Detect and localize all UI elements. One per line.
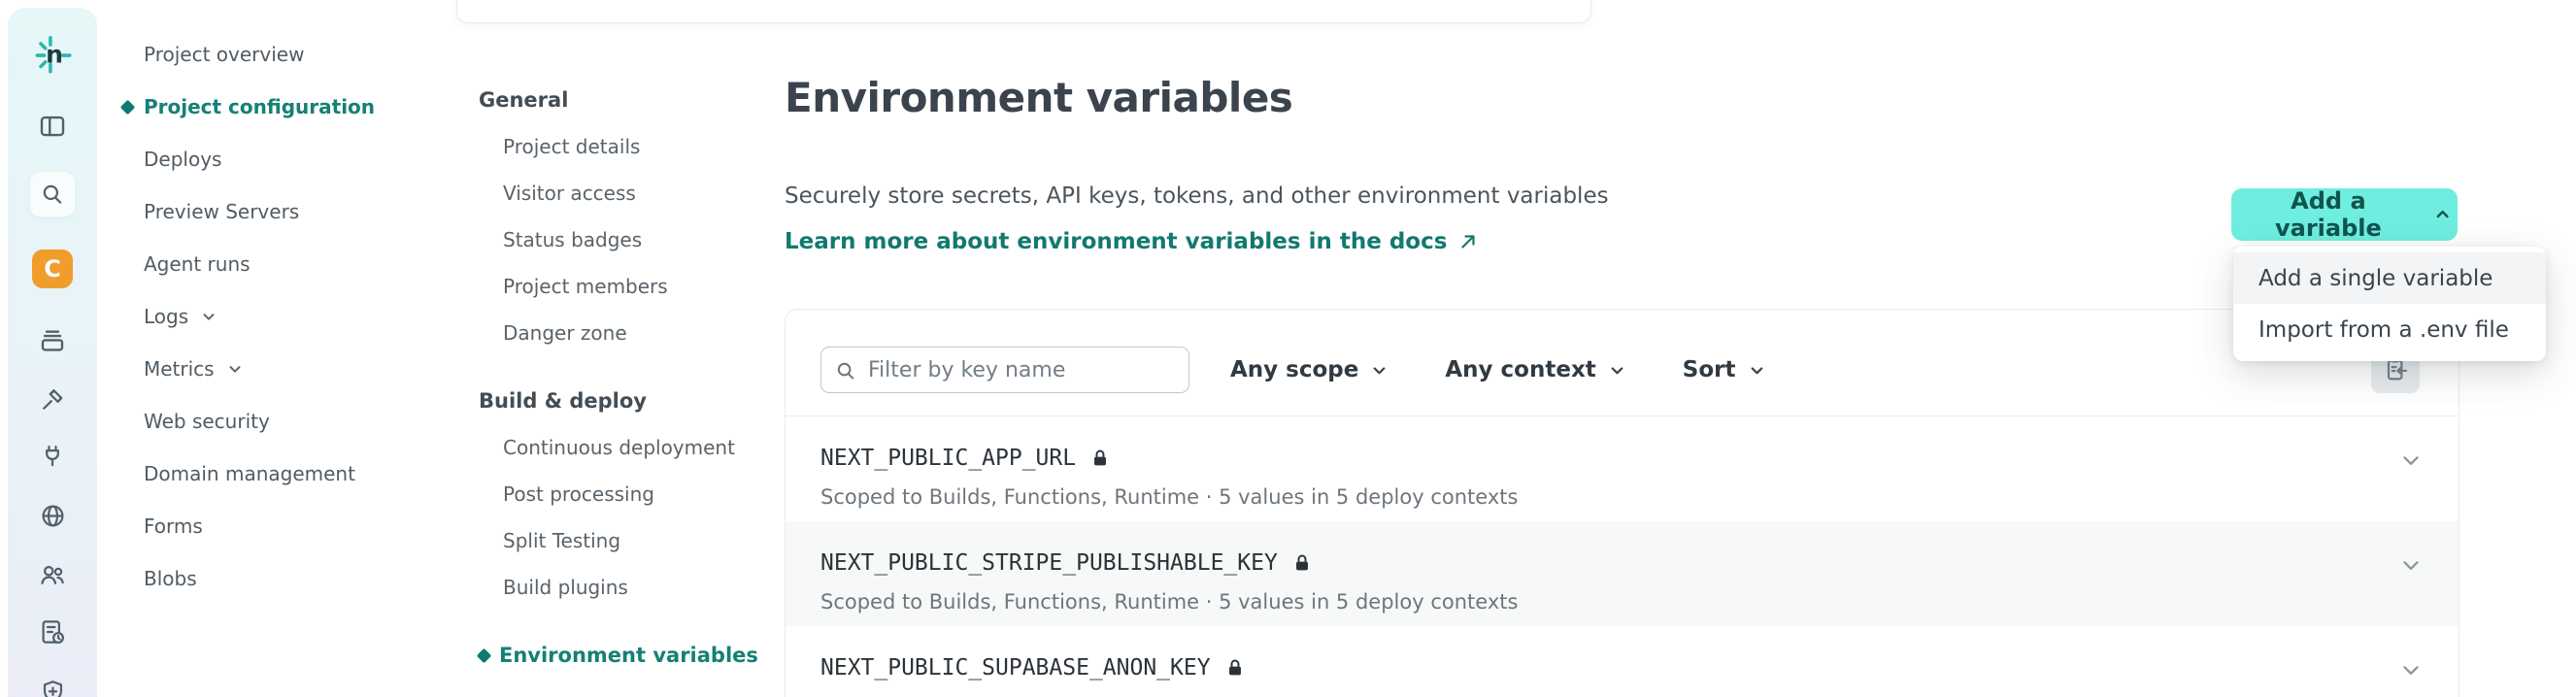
env-var-row: NEXT_PUBLIC_APP_URL Scoped to Builds, Fu…	[786, 416, 2459, 521]
chevron-down-icon	[229, 366, 241, 373]
config-sub-nav: General Project details Visitor access S…	[476, 77, 770, 679]
chevron-down-icon	[203, 314, 215, 320]
env-var-meta: Scoped to Builds, Functions, Runtime · 5…	[820, 590, 1519, 614]
subnav-build-plugins[interactable]: Build plugins	[479, 564, 770, 611]
env-var-row: NEXT_PUBLIC_SUPABASE_ANON_KEY Scoped to …	[786, 626, 2459, 697]
lock-icon	[1295, 554, 1308, 571]
env-var-meta: Scoped to Builds, Functions, Runtime · 5…	[820, 485, 1519, 509]
filter-row: Any scope Any context Sort	[786, 310, 2459, 415]
page-description: Securely store secrets, API keys, tokens…	[785, 183, 1609, 209]
nav-blobs[interactable]: Blobs	[144, 552, 375, 605]
subnav-danger-zone[interactable]: Danger zone	[479, 310, 770, 356]
env-var-row: NEXT_PUBLIC_STRIPE_PUBLISHABLE_KEY Scope…	[786, 521, 2459, 626]
env-vars-card: Any scope Any context Sort	[785, 309, 2459, 697]
forms-doc-clock-icon[interactable]	[30, 610, 75, 654]
nav-preview-servers[interactable]: Preview Servers	[144, 185, 375, 238]
security-shield-plus-icon[interactable]	[30, 669, 75, 697]
menu-item-add-single-variable[interactable]: Add a single variable	[2233, 252, 2546, 304]
add-variable-menu: Add a single variable Import from a .env…	[2233, 247, 2546, 361]
chevron-down-icon	[1611, 366, 1623, 374]
panels-icon[interactable]	[30, 104, 75, 149]
subnav-split-testing[interactable]: Split Testing	[479, 517, 770, 564]
env-var-key: NEXT_PUBLIC_STRIPE_PUBLISHABLE_KEY	[820, 550, 1278, 576]
domains-globe-icon[interactable]	[30, 493, 75, 538]
subnav-continuous-deployment[interactable]: Continuous deployment	[479, 424, 770, 471]
chevron-up-icon	[2436, 210, 2449, 218]
nav-agent-runs[interactable]: Agent runs	[144, 238, 375, 290]
nav-deploys[interactable]: Deploys	[144, 133, 375, 185]
subnav-project-members[interactable]: Project members	[479, 263, 770, 310]
docs-link[interactable]: Learn more about environment variables i…	[785, 229, 1478, 254]
subnav-status-badges[interactable]: Status badges	[479, 216, 770, 263]
nav-forms[interactable]: Forms	[144, 500, 375, 552]
nav-metrics[interactable]: Metrics	[144, 343, 375, 395]
env-var-list: NEXT_PUBLIC_APP_URL Scoped to Builds, Fu…	[786, 415, 2459, 697]
env-var-key: NEXT_PUBLIC_APP_URL	[820, 446, 1077, 471]
lock-icon	[1094, 449, 1107, 466]
section-header-build-deploy: Build & deploy	[479, 389, 647, 413]
deploys-stack-icon[interactable]	[30, 318, 75, 363]
svg-text:n: n	[46, 40, 63, 68]
env-var-key: NEXT_PUBLIC_SUPABASE_ANON_KEY	[820, 655, 1211, 680]
filter-key-input[interactable]	[866, 348, 1181, 393]
nav-project-overview[interactable]: Project overview	[144, 28, 375, 81]
subnav-project-details[interactable]: Project details	[479, 123, 770, 170]
context-filter-dropdown[interactable]: Any context	[1445, 357, 1625, 382]
nav-web-security[interactable]: Web security	[144, 395, 375, 448]
primary-nav: Project overview Project configuration D…	[119, 28, 375, 605]
netlify-logo-icon[interactable]: n	[30, 32, 75, 77]
subnav-post-processing[interactable]: Post processing	[479, 471, 770, 517]
expand-row-chevron-icon[interactable]	[2398, 657, 2424, 682]
environment-variables-page: n C Project overview Project configurati…	[0, 0, 2576, 697]
nav-project-configuration[interactable]: Project configuration	[119, 81, 375, 133]
expand-row-chevron-icon[interactable]	[2398, 552, 2424, 578]
c-badge-letter: C	[32, 249, 73, 288]
external-arrow-icon	[1461, 235, 1476, 249]
add-variable-button[interactable]: Add a variable	[2231, 187, 2458, 242]
nav-logs[interactable]: Logs	[144, 290, 375, 343]
sort-dropdown[interactable]: Sort	[1683, 357, 1766, 382]
build-hammer-icon[interactable]	[30, 378, 75, 422]
section-header-general: General	[479, 88, 569, 112]
chevron-down-icon	[1374, 366, 1386, 374]
app-icon-rail: n C	[8, 8, 97, 697]
c-app-badge-icon[interactable]: C	[30, 247, 75, 291]
active-diamond-icon	[476, 647, 492, 663]
subnav-environment-variables[interactable]: Environment variables	[476, 632, 770, 679]
scope-filter-dropdown[interactable]: Any scope	[1230, 357, 1388, 382]
extensions-plug-icon[interactable]	[30, 434, 75, 479]
menu-item-import-env-file[interactable]: Import from a .env file	[2233, 304, 2546, 355]
expand-row-chevron-icon[interactable]	[2398, 448, 2424, 473]
page-title: Environment variables	[785, 74, 1293, 121]
filter-input-wrap	[820, 347, 1189, 393]
subnav-visitor-access[interactable]: Visitor access	[479, 170, 770, 216]
nav-domain-management[interactable]: Domain management	[144, 448, 375, 500]
top-search-bar-partial[interactable]	[456, 0, 1591, 23]
search-icon[interactable]	[29, 171, 76, 217]
team-users-icon[interactable]	[30, 552, 75, 597]
search-icon	[837, 362, 854, 380]
chevron-down-icon	[1751, 366, 1762, 374]
active-diamond-icon	[119, 99, 136, 116]
lock-icon	[1228, 659, 1241, 676]
